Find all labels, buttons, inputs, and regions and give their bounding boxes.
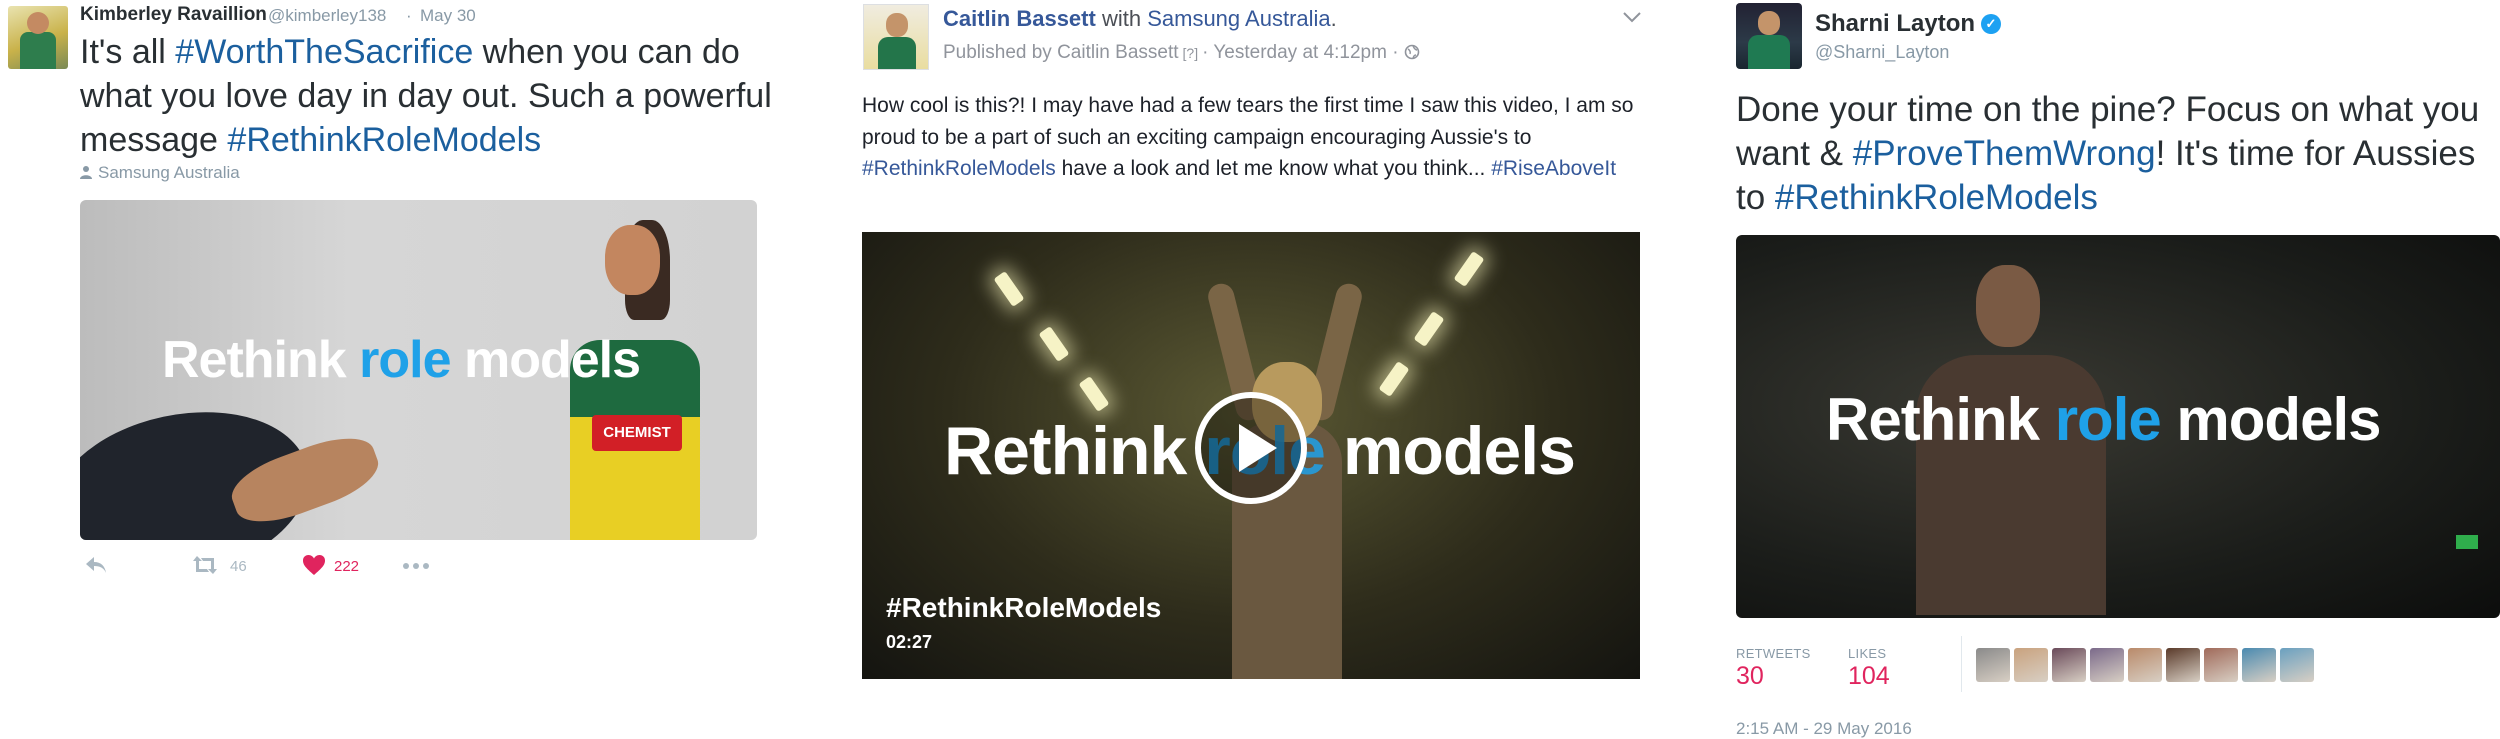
location[interactable]: Samsung Australia bbox=[80, 163, 240, 183]
ceiling-light bbox=[1078, 376, 1110, 412]
help-marker[interactable]: [?] bbox=[1183, 45, 1199, 61]
retweet-icon[interactable] bbox=[192, 554, 218, 576]
ceiling-light bbox=[1413, 311, 1445, 347]
tweet-text: It's all #WorthTheSacrifice when you can… bbox=[80, 30, 780, 162]
likes-value[interactable]: 104 bbox=[1848, 662, 1890, 691]
hashtag-link[interactable]: #RethinkRoleModels bbox=[1775, 178, 2098, 217]
facebook-post-caitlin: Caitlin Bassett with Samsung Australia. … bbox=[800, 0, 1690, 739]
banner-role: role bbox=[359, 331, 451, 389]
more-icon[interactable] bbox=[403, 562, 429, 570]
avatar[interactable] bbox=[863, 4, 929, 70]
banner-word: models bbox=[2160, 386, 2381, 453]
post-text-part: How cool is this?! I may have had a few … bbox=[862, 94, 1634, 149]
post-subline: Published by Caitlin Bassett [?] · Yesterd… bbox=[943, 42, 1420, 64]
author-handle[interactable]: @kimberley138 bbox=[268, 6, 386, 26]
liker-avatar[interactable] bbox=[2166, 648, 2200, 682]
post-timestamp[interactable]: Yesterday at 4:12pm bbox=[1213, 42, 1387, 63]
chevron-down-icon[interactable] bbox=[1622, 10, 1642, 24]
ceiling-light bbox=[1453, 251, 1485, 287]
tweet-stats: RETWEETS 30 LIKES 104 bbox=[1736, 636, 2466, 696]
video-duration: 02:27 bbox=[886, 632, 933, 652]
post-text: How cool is this?! I may have had a few … bbox=[862, 90, 1652, 185]
tweet-media[interactable]: Rethink role models bbox=[1736, 235, 2500, 618]
hashtag-link[interactable]: #RethinkRoleModels bbox=[862, 157, 1056, 180]
tweet-sharni: Sharni Layton ✓ @Sharni_Layton Done your… bbox=[1690, 0, 2500, 739]
liker-avatar[interactable] bbox=[2014, 648, 2048, 682]
video-title: #RethinkRoleModels bbox=[886, 592, 1162, 623]
play-icon[interactable] bbox=[1195, 392, 1307, 504]
hashtag-link[interactable]: #ProveThemWrong bbox=[1853, 134, 2156, 173]
tweet-text-part: It's all bbox=[80, 33, 176, 71]
player-head bbox=[605, 225, 660, 295]
hashtag-link[interactable]: #RiseAboveIt bbox=[1491, 157, 1616, 180]
banner-word: Rethink bbox=[944, 413, 1205, 489]
ceiling-light bbox=[993, 271, 1025, 307]
tagged-page-link[interactable]: Samsung Australia bbox=[1147, 6, 1330, 31]
liker-avatar[interactable] bbox=[2204, 648, 2238, 682]
exit-sign bbox=[2456, 535, 2478, 549]
liker-avatar[interactable] bbox=[2242, 648, 2276, 682]
tweet-actions: 46 222 bbox=[80, 552, 480, 582]
heart-icon[interactable] bbox=[302, 554, 326, 576]
avatar[interactable] bbox=[8, 6, 68, 69]
author-name[interactable]: Kimberley Ravaillion bbox=[80, 4, 267, 26]
like-count: 222 bbox=[334, 558, 360, 575]
verified-icon: ✓ bbox=[1981, 14, 2001, 34]
jersey-sponsor: CHEMIST bbox=[592, 415, 682, 451]
banner-role: role bbox=[2054, 386, 2162, 453]
tweet-date[interactable]: May 30 bbox=[420, 6, 476, 26]
author-name[interactable]: Sharni Layton bbox=[1815, 10, 1975, 38]
liker-avatar[interactable] bbox=[2090, 648, 2124, 682]
retweet-count: 46 bbox=[230, 558, 247, 575]
post-video[interactable]: Rethink role models #RethinkRoleModels 0… bbox=[862, 232, 1640, 679]
liker-avatar[interactable] bbox=[2128, 648, 2162, 682]
likes-label: LIKES bbox=[1848, 646, 1887, 661]
banner-word: models bbox=[1324, 413, 1576, 489]
retweets-label: RETWEETS bbox=[1736, 646, 1811, 661]
figure-head bbox=[1976, 265, 2040, 347]
banner-word: models bbox=[450, 331, 641, 389]
media-banner: Rethink role models bbox=[162, 330, 641, 390]
reply-icon[interactable] bbox=[84, 554, 108, 576]
hashtag-link[interactable]: #WorthTheSacrifice bbox=[175, 33, 473, 71]
liker-avatar[interactable] bbox=[2052, 648, 2086, 682]
banner-word: Rethink bbox=[162, 331, 360, 389]
tweet-kimberley: Kimberley Ravaillion @kimberley138 · May… bbox=[0, 0, 800, 739]
separator-dot: · bbox=[406, 6, 412, 25]
banner-word: Rethink bbox=[1826, 386, 2055, 453]
globe-icon[interactable] bbox=[1404, 44, 1420, 60]
hashtag-link[interactable]: #RethinkRoleModels bbox=[227, 121, 541, 159]
post-text-part: have a look and let me know what you thi… bbox=[1055, 157, 1492, 180]
person-icon bbox=[80, 166, 92, 179]
ceiling-light bbox=[1038, 326, 1070, 362]
liker-avatar[interactable] bbox=[1976, 648, 2010, 682]
tweet-timestamp[interactable]: 2:15 AM - 29 May 2016 bbox=[1736, 719, 1912, 739]
tweet-media[interactable]: CHEMIST Rethink role models bbox=[80, 200, 757, 540]
retweets-value[interactable]: 30 bbox=[1736, 662, 1764, 691]
ceiling-light bbox=[1378, 361, 1410, 397]
liker-avatar[interactable] bbox=[2280, 648, 2314, 682]
tweet-text: Done your time on the pine? Focus on wha… bbox=[1736, 88, 2486, 220]
stats-divider bbox=[1961, 636, 1962, 692]
media-banner: Rethink role models bbox=[1826, 385, 2381, 454]
with-word: with bbox=[1101, 6, 1142, 31]
post-headline: Caitlin Bassett with Samsung Australia. bbox=[943, 6, 1337, 31]
author-name[interactable]: Caitlin Bassett bbox=[943, 6, 1096, 31]
author-handle[interactable]: @Sharni_Layton bbox=[1815, 42, 1949, 63]
published-by: Published by Caitlin Bassett bbox=[943, 42, 1179, 63]
avatar[interactable] bbox=[1736, 3, 1802, 69]
location-label: Samsung Australia bbox=[98, 163, 240, 182]
